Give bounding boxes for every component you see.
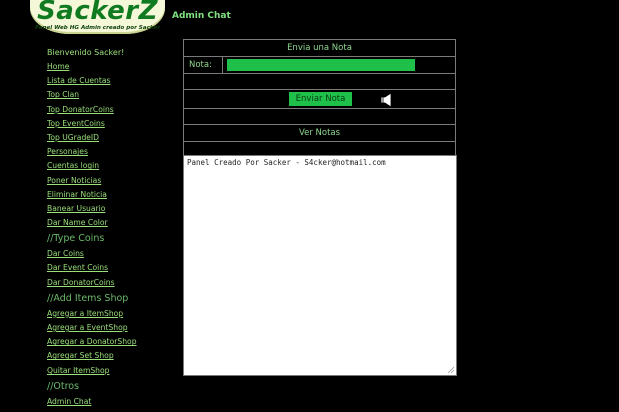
sidebar-link-banear-usuario[interactable]: Banear Usuario <box>47 202 177 216</box>
sidebar-link-dar-coins[interactable]: Dar Coins <box>47 247 177 261</box>
logo: SackerZ Panel Web HG Admin creado por Sa… <box>30 0 165 34</box>
sidebar-link-agregar-donatorshop[interactable]: Agregar a DonatorShop <box>47 335 177 349</box>
section-add-items-shop: //Add Items Shop <box>47 292 129 304</box>
section-otros: //Otros <box>47 380 80 392</box>
notes-text: Panel Creado Por Sacker - S4cker@hotmail… <box>187 158 386 167</box>
sidebar-link-personajes[interactable]: Personajes <box>47 145 177 159</box>
logo-subtitle: Panel Web HG Admin creado por Sacker <box>35 25 160 31</box>
send-row: Enviar Nota <box>184 90 455 109</box>
sidebar-link-eliminar-noticia[interactable]: Eliminar Noticia <box>47 188 177 202</box>
note-panel: Envia una Nota Nota: Enviar Nota Ver Not… <box>183 39 456 159</box>
panel-header: Envia una Nota <box>184 40 455 57</box>
sidebar-link-quitar-itemshop[interactable]: Quitar ItemShop <box>47 364 177 378</box>
sidebar-link-agregar-itemshop[interactable]: Agregar a ItemShop <box>47 307 177 321</box>
sidebar-link-top-donatorcoins[interactable]: Top DonatorCoins <box>47 103 177 117</box>
sidebar-link-dar-donatorcoins[interactable]: Dar DonatorCoins <box>47 276 177 290</box>
send-note-button[interactable]: Enviar Nota <box>289 92 352 106</box>
nota-input[interactable] <box>227 59 415 71</box>
spacer-row <box>184 74 455 90</box>
sidebar-link-dar-name-color[interactable]: Dar Name Color <box>47 216 177 230</box>
spacer-row-2 <box>184 109 455 125</box>
sidebar-link-lista-cuentas[interactable]: Lista de Cuentas <box>47 74 177 88</box>
sidebar-link-cuentas-login[interactable]: Cuentas login <box>47 159 177 173</box>
page-title: Admin Chat <box>172 11 231 21</box>
sidebar-link-poner-noticias[interactable]: Poner Noticias <box>47 174 177 188</box>
sidebar-link-dar-event-coins[interactable]: Dar Event Coins <box>47 261 177 275</box>
notes-textarea[interactable]: Panel Creado Por Sacker - S4cker@hotmail… <box>183 155 457 376</box>
nota-divider <box>222 57 223 73</box>
sidebar-link-agregar-eventshop[interactable]: Agregar a EventShop <box>47 321 177 335</box>
sidebar-link-admin-chat[interactable]: Admin Chat <box>47 395 177 409</box>
sidebar-link-top-clan[interactable]: Top Clan <box>47 88 177 102</box>
sidebar-link-home[interactable]: Home <box>47 60 177 74</box>
sidebar-link-top-eventcoins[interactable]: Top EventCoins <box>47 117 177 131</box>
welcome-text: Bienvenido Sacker! <box>47 48 125 57</box>
resize-grip-icon[interactable] <box>447 366 455 374</box>
sidebar-link-top-ugradeid[interactable]: Top UGradeID <box>47 131 177 145</box>
section-type-coins: //Type Coins <box>47 233 105 245</box>
sidebar: Bienvenido Sacker! Home Lista de Cuentas… <box>47 46 177 409</box>
nota-label: Nota: <box>189 60 212 70</box>
sidebar-link-agregar-set-shop[interactable]: Agregar Set Shop <box>47 349 177 363</box>
logo-title: SackerZ <box>37 0 158 26</box>
speaker-cursor-icon <box>380 93 392 107</box>
view-notes-link[interactable]: Ver Notas <box>184 125 455 142</box>
nota-row: Nota: <box>184 57 455 74</box>
